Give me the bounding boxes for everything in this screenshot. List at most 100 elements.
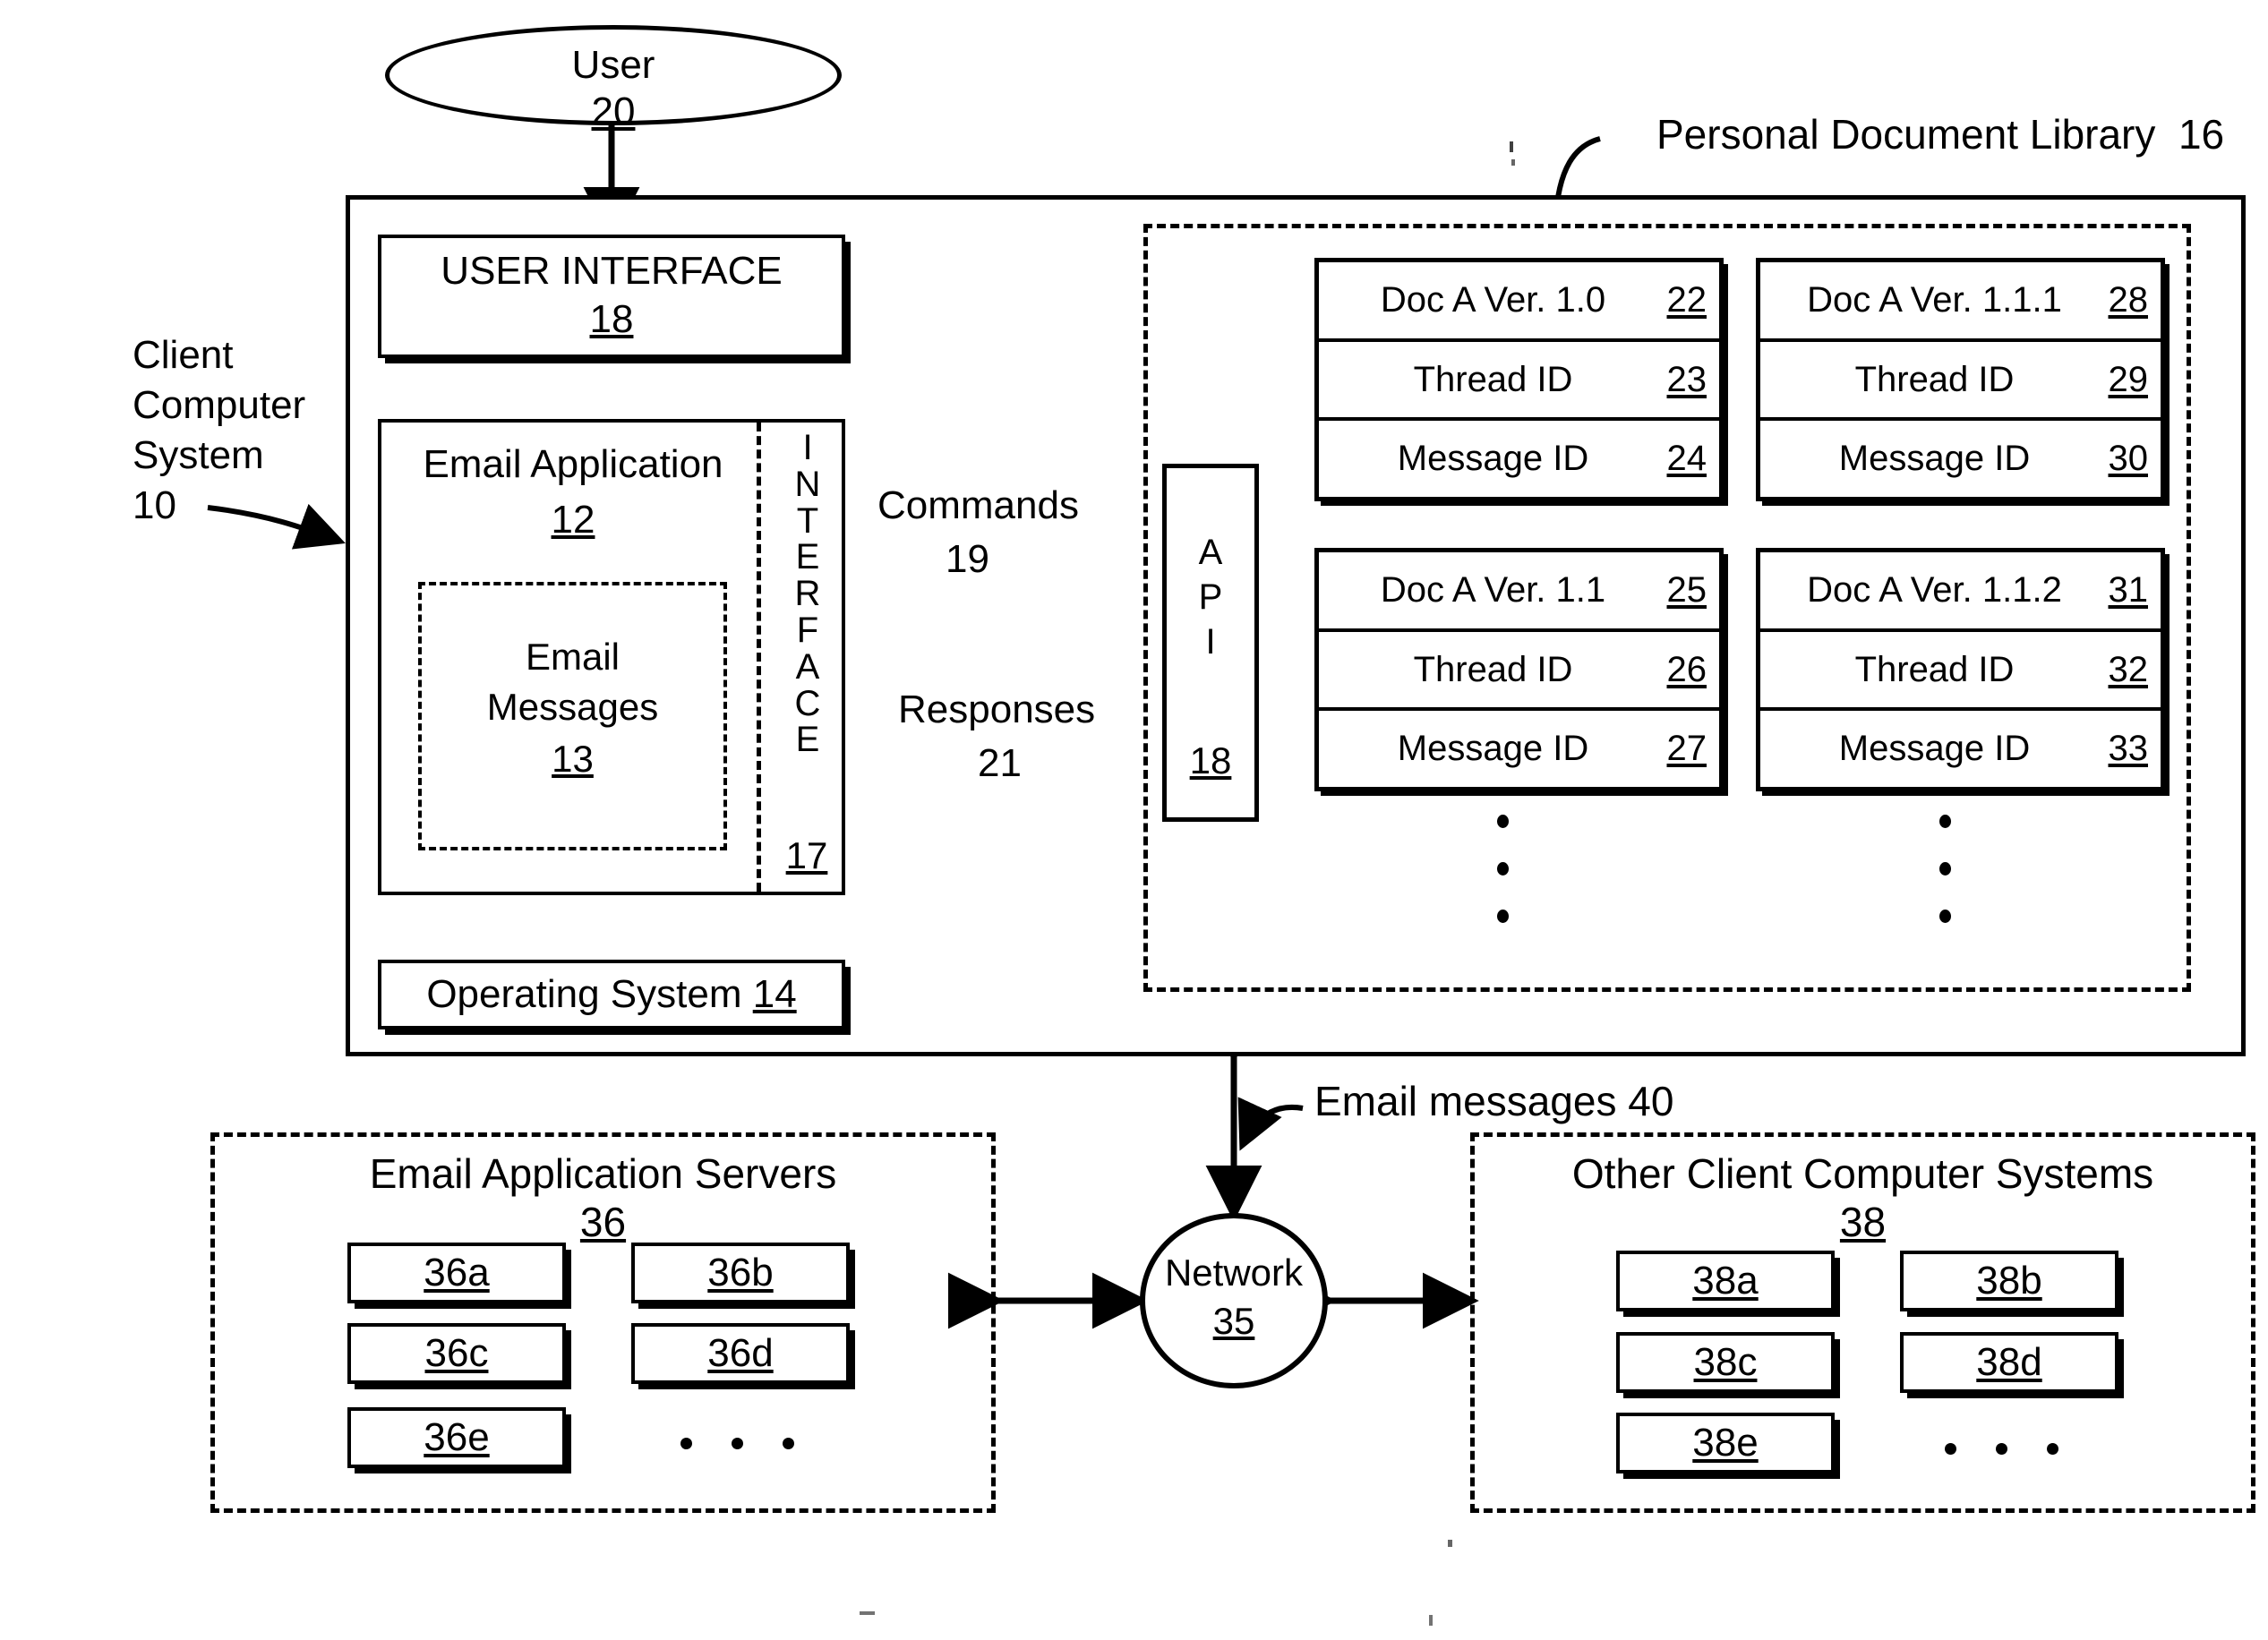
clients-ellipsis [1945,1443,2058,1455]
doc-card: Doc A Ver. 1.1.2 31 Thread ID 32 Message… [1756,548,2165,791]
server-node: 36a [347,1243,566,1303]
doc-card: Doc A Ver. 1.1 25 Thread ID 26 Message I… [1314,548,1724,791]
scan-speck [1510,141,1513,152]
doc-card-row-thread: Thread ID 23 [1319,342,1719,422]
doc-card: Doc A Ver. 1.1.1 28 Thread ID 29 Message… [1756,258,2165,501]
user-node-ref: 20 [591,90,636,133]
scan-speck [860,1611,875,1615]
patent-figure-canvas: User 20 Client Computer System 10 USER I… [0,0,2268,1640]
scan-speck [1429,1615,1433,1626]
interface-column-ref: 17 [785,834,828,876]
ellipsis-dot [1939,815,1951,828]
doc-message-ref: 24 [1666,439,1707,479]
leader-email-messages-40 [1237,1097,1304,1151]
network-ref: 35 [1212,1300,1255,1342]
doc-thread-ref: 23 [1666,359,1707,399]
doc-title: Doc A Ver. 1.1 [1380,569,1606,610]
interface-letter-F: F [796,610,819,650]
doc-message-label: Message ID [1838,729,2031,769]
interface-letter-R: R [794,574,821,614]
doc-column-right-ellipsis [1939,815,1951,923]
email-messages-40-label: Email messages 40 [1314,1078,1674,1124]
email-application-ref: 12 [551,498,595,542]
ellipsis-dot [2047,1443,2058,1455]
doc-title-ref: 22 [1666,279,1707,320]
doc-thread-label: Thread ID [1413,359,1573,399]
doc-card-row-message: Message ID 24 [1319,421,1719,497]
server-node-label: 36b [707,1251,774,1294]
doc-thread-ref: 29 [2108,359,2149,399]
doc-card: Doc A Ver. 1.0 22 Thread ID 23 Message I… [1314,258,1724,501]
ellipsis-dot [1497,910,1509,923]
doc-column-left-ellipsis [1497,815,1509,923]
email-application-label: Email Application [423,442,723,486]
client-system-label-line3: System [133,433,264,477]
doc-card-row-title: Doc A Ver. 1.0 22 [1319,262,1719,342]
doc-card-row-message: Message ID 30 [1760,421,2161,497]
user-interface-ref: 18 [589,297,634,341]
interface-letter-I: I [802,428,813,467]
server-node: 36d [631,1323,850,1384]
ellipsis-dot [1939,910,1951,923]
client-node-label: 38e [1692,1421,1759,1465]
doc-title: Doc A Ver. 1.0 [1380,279,1606,320]
interface-letter-E: E [795,537,820,577]
email-application-servers-ref: 36 [579,1199,627,1245]
email-application-servers-label: Email Application Servers [369,1150,837,1197]
commands-ref: 19 [946,537,989,581]
doc-thread-label: Thread ID [1413,649,1573,689]
doc-card-row-thread: Thread ID 29 [1760,342,2161,422]
client-node: 38c [1616,1332,1835,1393]
personal-document-library-label: Personal Document Library 16 [1656,111,2224,158]
user-node-label: User [571,43,655,87]
doc-message-ref: 33 [2108,729,2149,769]
operating-system-label-text: Operating System [426,972,742,1016]
ellipsis-dot [732,1438,743,1449]
client-node-label: 38a [1692,1259,1759,1303]
client-system-ref: 10 [133,483,176,527]
email-messages-label-line1: Email [525,636,620,678]
client-node-label: 38d [1976,1340,2042,1384]
interface-divider [757,423,761,892]
doc-thread-ref: 26 [1666,649,1707,689]
interface-letter-A: A [795,646,820,687]
client-node: 38d [1900,1332,2118,1393]
doc-thread-label: Thread ID [1854,359,2015,399]
network-label: Network [1164,1251,1304,1294]
doc-card-row-message: Message ID 33 [1760,711,2161,787]
servers-ellipsis [680,1438,794,1449]
doc-message-ref: 27 [1666,729,1707,769]
client-system-label-line1: Client [133,333,234,377]
interface-letter-N: N [794,464,821,504]
doc-card-row-title: Doc A Ver. 1.1 25 [1319,552,1719,632]
doc-card-row-thread: Thread ID 32 [1760,632,2161,712]
interface-letter-E: E [795,720,820,760]
ellipsis-dot [680,1438,692,1449]
responses-ref: 21 [978,741,1022,785]
doc-title: Doc A Ver. 1.1.1 [1807,279,2062,320]
client-node: 38e [1616,1413,1835,1473]
client-node: 38a [1616,1251,1835,1311]
doc-message-label: Message ID [1397,439,1589,479]
other-clients-label: Other Client Computer Systems [1571,1150,2154,1197]
operating-system-ref: 14 [752,972,797,1016]
responses-label: Responses [898,688,1096,731]
scan-speck [1511,159,1515,166]
doc-title: Doc A Ver. 1.1.2 [1807,569,2062,610]
other-clients-ref: 38 [1839,1199,1887,1245]
doc-thread-ref: 32 [2108,649,2149,689]
client-node-label: 38c [1693,1340,1758,1384]
doc-message-label: Message ID [1397,729,1589,769]
client-system-label-line2: Computer [133,383,306,427]
doc-card-row-thread: Thread ID 26 [1319,632,1719,712]
server-node: 36e [347,1407,566,1468]
doc-card-row-message: Message ID 27 [1319,711,1719,787]
scan-speck [1448,1540,1452,1547]
doc-card-row-title: Doc A Ver. 1.1.1 28 [1760,262,2161,342]
interface-column-letters: I N T E R F A C E [781,430,834,758]
interface-letter-C: C [794,683,821,723]
ellipsis-dot [783,1438,794,1449]
doc-message-label: Message ID [1838,439,2031,479]
server-node-label: 36e [424,1415,490,1459]
server-node-label: 36c [424,1331,489,1375]
